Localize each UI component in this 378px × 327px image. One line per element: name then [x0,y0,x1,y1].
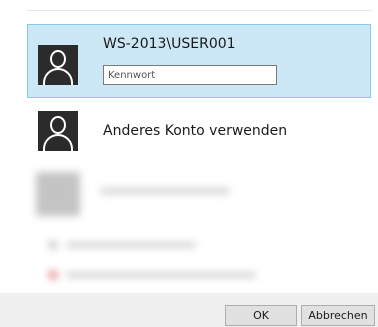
blurred-line [100,188,230,194]
blurred-line [66,272,256,278]
account-name: WS-2013\USER001 [103,36,236,52]
top-divider [27,10,372,11]
blurred-avatar [36,172,80,216]
blurred-dot [48,270,58,280]
other-account-label: Anderes Konto verwenden [103,123,288,139]
user-silhouette-icon [38,111,78,151]
user-silhouette-icon [38,45,78,85]
blurred-line [66,242,196,248]
password-input[interactable] [103,65,277,85]
blurred-dot [48,240,58,250]
cancel-button[interactable]: Abbrechen [301,305,375,326]
ok-button[interactable]: OK [225,305,297,326]
other-account-tile[interactable]: Anderes Konto verwenden [27,102,371,158]
blurred-content [0,160,378,290]
dialog-footer: OK Abbrechen [0,293,378,327]
account-tile-selected[interactable]: WS-2013\USER001 [27,24,371,98]
